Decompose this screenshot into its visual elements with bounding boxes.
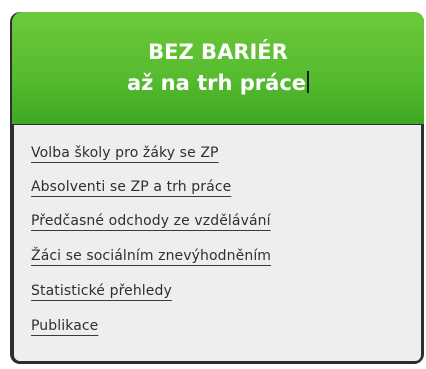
banner-title-line2-wrap: až na trh práce <box>126 68 310 99</box>
menu-item-zaci-znevyhodneni[interactable]: Žáci se sociálním znevýhodněním <box>31 248 271 264</box>
menu-item-predcasne-odchody[interactable]: Předčasné odchody ze vzdělávání <box>31 213 271 229</box>
text-cursor-icon <box>307 71 310 93</box>
header-banner: BEZ BARIÉR až na trh práce <box>12 12 424 124</box>
menu-item-publikace[interactable]: Publikace <box>31 318 98 334</box>
dropdown-menu: Volba školy pro žáky se ZP Absolventi se… <box>14 125 421 361</box>
banner-title-line2: až na trh práce <box>126 71 307 95</box>
banner-title-line1: BEZ BARIÉR <box>148 40 288 64</box>
menu-item-absolventi[interactable]: Absolventi se ZP a trh práce <box>31 179 231 195</box>
menu-item-statisticke-prehledy[interactable]: Statistické přehledy <box>31 283 172 299</box>
menu-item-volba-skoly[interactable]: Volba školy pro žáky se ZP <box>31 145 219 161</box>
